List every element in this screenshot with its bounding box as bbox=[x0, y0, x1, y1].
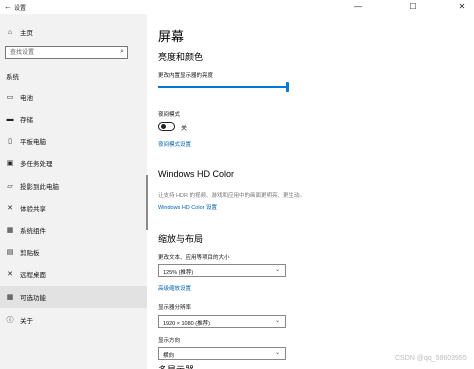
resolution-dropdown-value: 1920 × 1080 (推荐) bbox=[163, 321, 210, 327]
orientation-dropdown[interactable]: 横向 ⌄ bbox=[158, 347, 286, 360]
window-title: 设置 bbox=[14, 6, 27, 12]
sidebar-item-label: 系统组件 bbox=[20, 228, 46, 235]
brightness-section-title: 亮度和颜色 bbox=[158, 52, 204, 62]
home-icon: ⌂ bbox=[7, 28, 13, 36]
multitask-icon: ▣ bbox=[6, 160, 14, 167]
share-icon: ✕ bbox=[7, 205, 13, 212]
storage-icon: ▬ bbox=[6, 115, 14, 123]
advanced-scaling-link[interactable]: 高级缩放设置 bbox=[158, 284, 191, 292]
sidebar-item-label: 平板电脑 bbox=[20, 139, 46, 146]
chevron-down-icon: ⌄ bbox=[274, 267, 280, 273]
scale-dropdown-value: 125% (推荐) bbox=[163, 270, 194, 276]
brightness-slider-track[interactable] bbox=[158, 86, 288, 88]
brightness-slider-thumb[interactable] bbox=[286, 82, 289, 92]
minimize-button[interactable]: — bbox=[351, 2, 365, 12]
sidebar-item-about[interactable]: ⓘ 关于 bbox=[0, 312, 147, 328]
search-box[interactable]: ⌕ bbox=[5, 46, 128, 59]
brightness-label: 更改内置显示器的亮度 bbox=[158, 73, 214, 79]
back-button[interactable]: ← bbox=[4, 2, 12, 11]
info-icon: ⓘ bbox=[6, 317, 14, 324]
sidebar-item-label: 存储 bbox=[20, 117, 33, 124]
sidebar: ⌂ 主页 ⌕ 系统 ▭ 电池 ▬ 存储 ▯ 平板电脑 ▣ 多任务处理 ▱ 投影到… bbox=[0, 14, 148, 369]
night-light-settings-link[interactable]: 夜间模式设置 bbox=[158, 140, 191, 148]
components-icon: ▦ bbox=[6, 227, 14, 234]
sidebar-item-label: 可选功能 bbox=[20, 295, 46, 302]
sidebar-item-label: 远程桌面 bbox=[20, 272, 46, 279]
search-icon[interactable]: ⌕ bbox=[120, 48, 124, 56]
resolution-label: 显示器分辨率 bbox=[158, 305, 192, 311]
sidebar-item-projecting[interactable]: ▱ 投影到此电脑 bbox=[0, 178, 147, 194]
chevron-down-icon: ⌄ bbox=[274, 318, 280, 324]
sidebar-item-tablet[interactable]: ▯ 平板电脑 bbox=[0, 133, 147, 149]
sidebar-item-multitasking[interactable]: ▣ 多任务处理 bbox=[0, 155, 147, 171]
sidebar-item-battery[interactable]: ▭ 电池 bbox=[0, 89, 147, 105]
sidebar-item-label: 体验共享 bbox=[20, 206, 46, 213]
sidebar-item-label: 电池 bbox=[20, 95, 33, 102]
sidebar-item-remote-desktop[interactable]: ✕ 远程桌面 bbox=[0, 266, 147, 282]
orientation-label: 显示方向 bbox=[158, 338, 181, 344]
optional-features-icon: ▦ bbox=[6, 294, 14, 301]
sidebar-item-label: 关于 bbox=[20, 318, 33, 325]
projector-icon: ▱ bbox=[7, 183, 13, 190]
sidebar-item-label: 剪贴板 bbox=[20, 250, 40, 257]
sidebar-scrollbar[interactable] bbox=[146, 175, 148, 230]
remote-desktop-icon: ✕ bbox=[7, 271, 13, 278]
sidebar-item-system-components[interactable]: ▦ 系统组件 bbox=[0, 222, 147, 238]
scale-section-title: 缩放与布局 bbox=[158, 234, 204, 244]
title-bar: ← 设置 — ☐ ✕ bbox=[0, 0, 474, 14]
orientation-dropdown-value: 横向 bbox=[163, 353, 175, 359]
night-light-label: 夜间模式 bbox=[158, 112, 181, 118]
clipboard-icon: ▤ bbox=[6, 249, 14, 256]
sidebar-item-label: 主页 bbox=[20, 30, 33, 37]
search-input[interactable] bbox=[6, 47, 116, 58]
scale-label: 更改文本、应用等项目的大小 bbox=[158, 255, 230, 261]
battery-icon: ▭ bbox=[6, 94, 14, 101]
settings-window: ← 设置 — ☐ ✕ ⌂ 主页 ⌕ 系统 ▭ 电池 ▬ 存储 ▯ 平板电脑 ▣ bbox=[0, 0, 474, 369]
close-button[interactable]: ✕ bbox=[455, 2, 469, 12]
sidebar-item-shared-experiences[interactable]: ✕ 体验共享 bbox=[0, 200, 147, 216]
hdr-description: 让支持 HDR 的视频、游戏和应用中的画面更明亮、更生动。 bbox=[158, 193, 305, 199]
resolution-dropdown[interactable]: 1920 × 1080 (推荐) ⌄ bbox=[158, 315, 286, 328]
chevron-down-icon: ⌄ bbox=[274, 350, 280, 356]
sidebar-item-storage[interactable]: ▬ 存储 bbox=[0, 111, 147, 127]
night-light-toggle[interactable] bbox=[158, 122, 175, 131]
section-label-system: 系统 bbox=[6, 74, 19, 81]
hdr-settings-link[interactable]: Windows HD Color 设置 bbox=[158, 203, 217, 211]
page-title: 屏幕 bbox=[158, 29, 185, 44]
sidebar-item-label: 多任务处理 bbox=[20, 161, 53, 168]
maximize-button[interactable]: ☐ bbox=[406, 2, 420, 12]
sidebar-item-label: 投影到此电脑 bbox=[20, 184, 59, 191]
night-light-state: 关 bbox=[181, 126, 188, 132]
scale-dropdown[interactable]: 125% (推荐) ⌄ bbox=[158, 264, 286, 277]
sidebar-item-home[interactable]: ⌂ 主页 bbox=[0, 24, 147, 40]
sidebar-item-clipboard[interactable]: ▤ 剪贴板 bbox=[0, 244, 147, 260]
tablet-icon: ▯ bbox=[8, 138, 12, 145]
hdr-section-title: Windows HD Color bbox=[158, 169, 235, 179]
watermark: CSDN @qq_58603955 bbox=[395, 355, 467, 362]
toggle-knob bbox=[161, 124, 166, 129]
main-content: 屏幕 亮度和颜色 更改内置显示器的亮度 夜间模式 关 夜间模式设置 Window… bbox=[150, 14, 474, 369]
sidebar-item-optional-features[interactable]: ▦ 可选功能 bbox=[0, 286, 147, 308]
multiple-displays-section-title: 多显示器 bbox=[158, 363, 194, 369]
